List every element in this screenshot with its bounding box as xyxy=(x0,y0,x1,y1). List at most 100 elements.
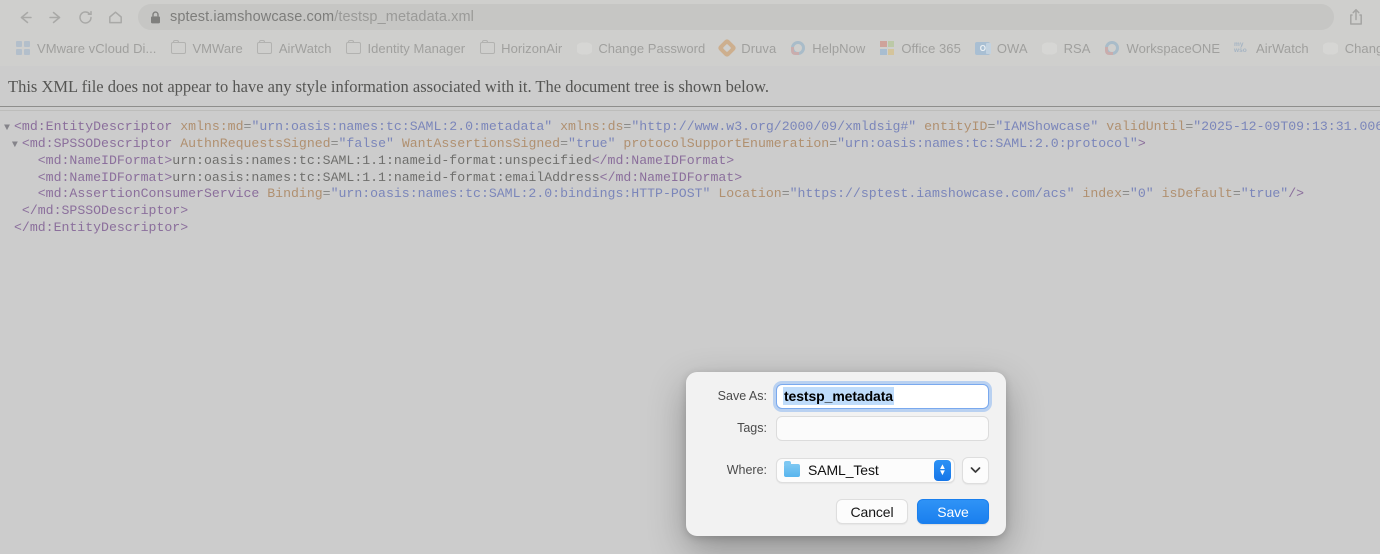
bookmark-identity-manager[interactable]: Identity Manager xyxy=(338,37,472,59)
xml-attr: xmlns:ds xyxy=(552,119,624,135)
bookmark-label: HelpNow xyxy=(812,40,866,56)
xml-val: "true" xyxy=(568,136,616,152)
tags-input[interactable] xyxy=(776,415,989,441)
reload-icon[interactable] xyxy=(70,4,100,30)
browser-chrome: sptest.iamshowcase.com/testsp_metadata.x… xyxy=(0,0,1380,66)
bookmark-vmware-vcloud[interactable]: VMware vCloud Di... xyxy=(8,37,163,59)
microsoft-icon xyxy=(879,40,895,56)
xml-indent xyxy=(4,170,28,185)
where-value: SAML_Test xyxy=(808,462,879,478)
where-row: Where: SAML_Test ▲ ▼ xyxy=(686,456,1006,484)
bookmark-label: VMware vCloud Di... xyxy=(37,40,157,56)
url-text: sptest.iamshowcase.com/testsp_metadata.x… xyxy=(170,9,474,25)
address-bar[interactable]: sptest.iamshowcase.com/testsp_metadata.x… xyxy=(138,4,1334,30)
save-as-input[interactable]: testsp_metadata xyxy=(776,383,989,409)
xml-attr: isDefault xyxy=(1153,186,1233,202)
bookmark-workspaceone[interactable]: WorkspaceONE xyxy=(1097,37,1227,59)
xml-tag: /> xyxy=(1288,186,1305,202)
outlook-icon: O xyxy=(975,40,992,56)
bookmark-label: RSA xyxy=(1063,40,1091,56)
blue-folder-icon xyxy=(784,460,800,477)
xml-txt: urn:oasis:names:tc:SAML:1.1:nameid-forma… xyxy=(172,169,600,185)
bookmark-label: Change Password xyxy=(598,40,706,56)
globe-icon xyxy=(576,40,592,56)
xml-tag: > xyxy=(1137,136,1146,152)
xml-eq: = xyxy=(1122,186,1130,202)
folder-icon xyxy=(479,39,495,56)
folder-icon xyxy=(345,39,361,56)
xml-indent xyxy=(4,186,28,201)
xml-line: ▼ <md:SPSSODescriptor AuthnRequestsSigned… xyxy=(4,136,1380,154)
back-icon[interactable] xyxy=(10,4,40,30)
share-icon[interactable] xyxy=(1342,4,1370,30)
url-host: sptest.iamshowcase.com xyxy=(170,9,335,25)
globe-icon xyxy=(1323,40,1339,56)
home-icon[interactable] xyxy=(100,4,130,30)
bookmark-label: HorizonAir xyxy=(501,40,563,56)
bookmark-horizonair[interactable]: HorizonAir xyxy=(472,37,569,59)
xml-line: </md:EntityDescriptor> xyxy=(4,219,1380,238)
druva-diamond-icon xyxy=(717,38,738,58)
xml-val: "https://sptest.iamshowcase.com/acs" xyxy=(789,186,1075,202)
helpnow-ring-icon xyxy=(790,40,806,56)
bookmark-airwatch[interactable]: AirWatch xyxy=(250,37,339,59)
bookmark-helpnow[interactable]: HelpNow xyxy=(783,37,872,59)
xml-eq: = xyxy=(1232,186,1241,202)
xml-val: "true" xyxy=(1240,186,1289,202)
bookmark-label: VMWare xyxy=(192,40,243,56)
bookmark-owa[interactable]: O OWA xyxy=(968,37,1035,59)
expand-chevron-icon[interactable] xyxy=(962,456,989,484)
xml-val: "urn:oasis:names:tc:SAML:2.0:bindings:HT… xyxy=(330,186,711,202)
xml-attr: protocolSupportEnumeration xyxy=(615,136,830,152)
xml-val: "2025-12-09T09:13:31.006Z" xyxy=(1193,119,1380,135)
bookmark-office-365[interactable]: Office 365 xyxy=(872,37,968,59)
vmware-grid-icon xyxy=(15,40,31,56)
xml-no-twisty xyxy=(28,189,38,204)
xml-val: "0" xyxy=(1129,186,1154,202)
bookmark-chang[interactable]: Chang xyxy=(1316,37,1380,59)
xml-style-notice: This XML file does not appear to have an… xyxy=(8,77,769,96)
xml-no-twisty xyxy=(4,223,14,238)
tags-row: Tags: xyxy=(686,415,1006,441)
xml-eq: = xyxy=(330,136,339,152)
xml-tag: </md:EntityDescriptor> xyxy=(14,219,189,235)
bookmark-label: Druva xyxy=(741,40,777,56)
forward-icon[interactable] xyxy=(40,4,70,30)
bookmark-vmware[interactable]: VMWare xyxy=(163,37,249,59)
xml-attr: AuthnRequestsSigned xyxy=(172,136,331,152)
xml-tag: <md:NameIDFormat> xyxy=(37,152,173,168)
dialog-buttons: Cancel Save xyxy=(686,499,1006,524)
url-path: /testsp_metadata.xml xyxy=(334,9,475,25)
bookmark-change-password[interactable]: Change Password xyxy=(569,37,712,59)
bookmark-label: Office 365 xyxy=(901,40,961,56)
xml-val: "urn:oasis:names:tc:SAML:2.0:metadata" xyxy=(251,119,553,135)
xml-no-twisty xyxy=(28,156,38,171)
helpnow-ring-icon xyxy=(1104,40,1120,56)
bookmark-druva[interactable]: Druva xyxy=(712,37,783,59)
bookmark-rsa[interactable]: RSA xyxy=(1035,37,1098,59)
xml-tag: </md:SPSSODescriptor> xyxy=(21,202,189,218)
save-dialog: Save As: testsp_metadata Tags: Where: SA… xyxy=(686,372,1006,536)
xml-tag: <md:AssertionConsumerService xyxy=(37,186,260,202)
xml-eq: = xyxy=(781,186,790,202)
bookmark-label: OWA xyxy=(996,40,1028,56)
xml-eq: = xyxy=(560,136,569,152)
xml-line: ▼ <md:EntityDescriptor xmlns:md="urn:oasi… xyxy=(4,120,1380,137)
stepper-icon[interactable]: ▲ ▼ xyxy=(934,459,951,481)
xml-tag: <md:EntityDescriptor xyxy=(14,119,173,135)
xml-indent xyxy=(4,136,12,151)
bookmark-airwatch-mywso[interactable]: my wso AirWatch xyxy=(1227,37,1316,59)
browser-window: sptest.iamshowcase.com/testsp_metadata.x… xyxy=(0,0,1380,554)
collapse-triangle-icon[interactable]: ▼ xyxy=(12,139,22,154)
mywso-icon: my wso xyxy=(1234,41,1247,54)
cancel-button[interactable]: Cancel xyxy=(836,499,908,524)
where-select[interactable]: SAML_Test ▲ ▼ xyxy=(776,457,955,483)
collapse-triangle-icon[interactable]: ▼ xyxy=(4,122,14,137)
xml-document-tree: ▼ <md:EntityDescriptor xmlns:md="urn:oasi… xyxy=(0,111,1380,237)
xml-line: <md:NameIDFormat>urn:oasis:names:tc:SAML… xyxy=(4,169,1380,188)
save-button[interactable]: Save xyxy=(917,499,989,524)
xml-no-twisty xyxy=(28,173,38,188)
xml-attr: WantAssertionsSigned xyxy=(393,136,561,152)
xml-eq: = xyxy=(322,186,331,202)
tags-label: Tags: xyxy=(737,421,767,435)
